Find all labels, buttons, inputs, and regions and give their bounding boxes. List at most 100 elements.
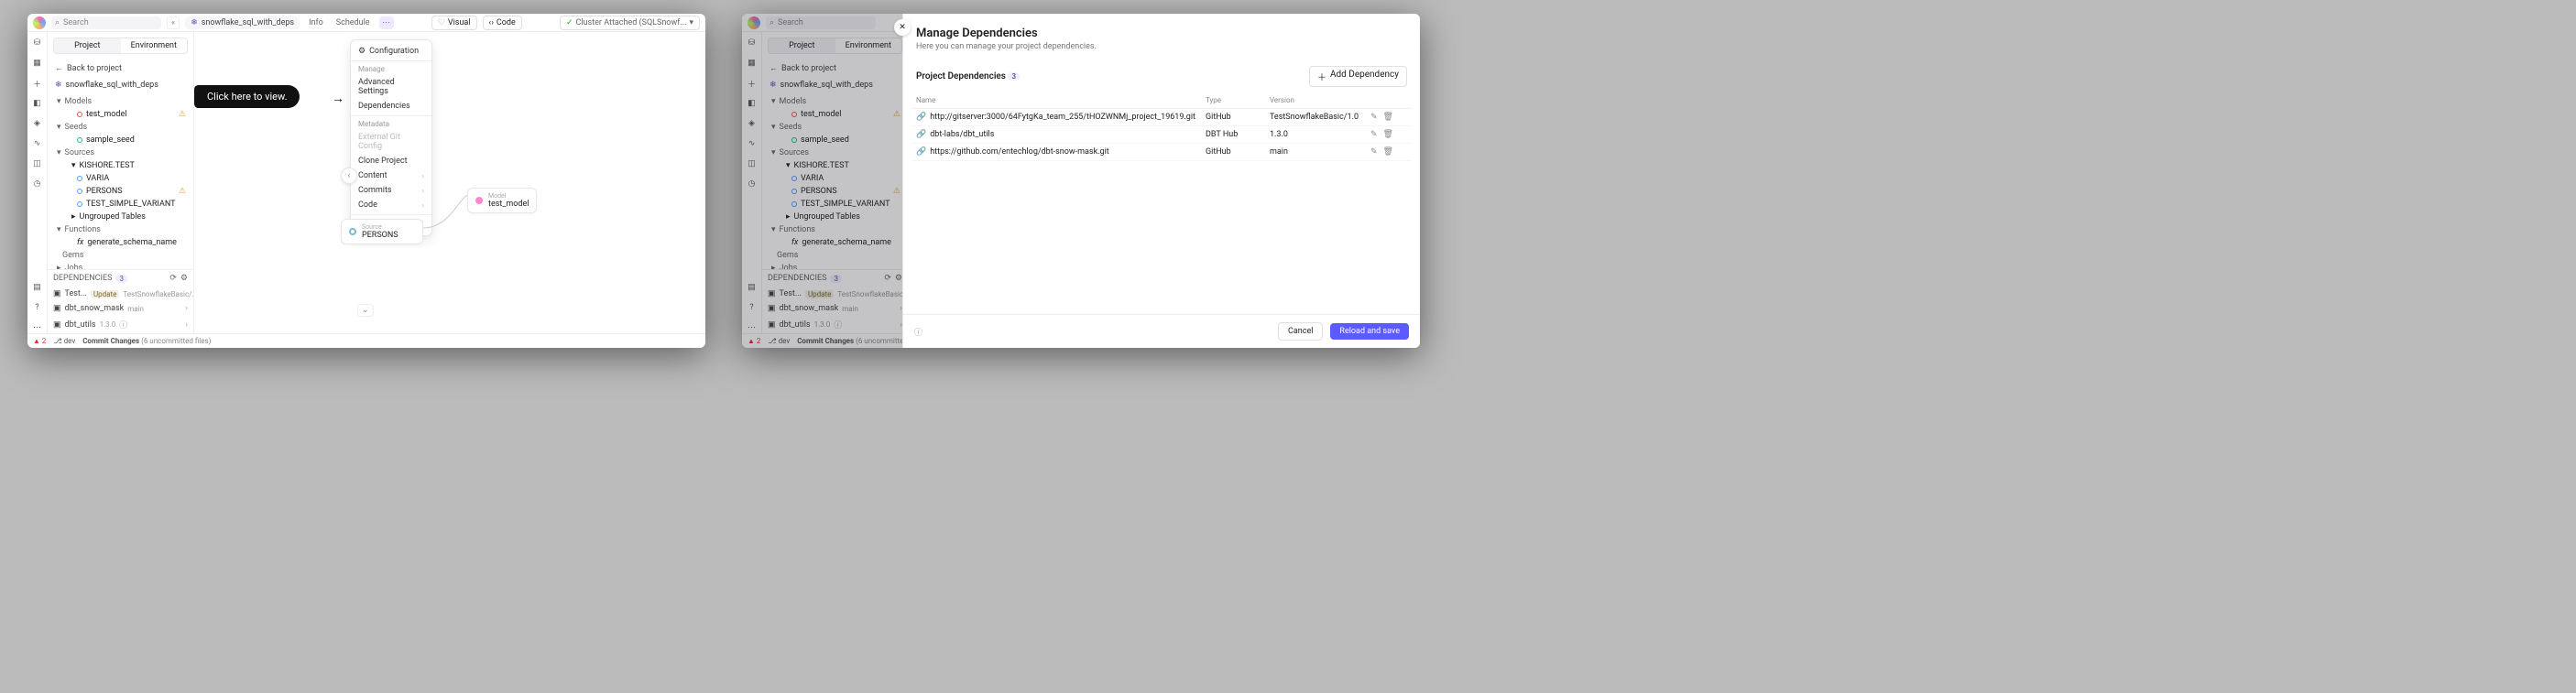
node-test-simple-variant[interactable]: TEST_SIMPLE_VARIANT	[51, 198, 190, 211]
canvas-node-persons[interactable]: SourcePERSONS	[341, 219, 423, 244]
menu-clone-project[interactable]: Clone Project	[351, 154, 431, 168]
tab-environment[interactable]: Environment	[121, 38, 188, 53]
source-icon	[77, 189, 82, 194]
edit-icon[interactable]: ✎	[1370, 147, 1378, 157]
menu-advanced-settings[interactable]: Advanced Settings	[351, 75, 431, 99]
canvas-node-test-model[interactable]: Modeltest_model	[467, 188, 537, 213]
group-gems[interactable]: Gems	[51, 249, 190, 262]
menu-commits[interactable]: Commits›	[351, 183, 431, 198]
node-test-model[interactable]: test_model⚠	[51, 108, 190, 121]
search-icon: ⌕	[55, 18, 60, 27]
reload-save-button[interactable]: Reload and save	[1330, 323, 1409, 340]
cluster-selector[interactable]: ✓ Cluster Attached (SQLSnowf... ▾	[560, 16, 700, 30]
edit-icon[interactable]: ✎	[1370, 113, 1378, 122]
tab-schedule[interactable]: Schedule	[333, 16, 374, 29]
gear-icon[interactable]: ⚙	[180, 274, 188, 283]
arrow-icon: →	[332, 91, 344, 106]
nav-gem-icon[interactable]: ◈	[32, 118, 43, 129]
menu-external-git: External Git Config	[351, 130, 431, 154]
nav-cube-icon[interactable]: ◧	[32, 98, 43, 109]
menu-configuration[interactable]: ⚙Configuration	[351, 44, 431, 59]
dep-row-0[interactable]: ▣Test...UpdateTestSnowflakeBasic/...›	[48, 287, 193, 301]
trash-icon[interactable]: 🗑	[1383, 147, 1393, 157]
view-toggle: ♡Visual ‹›Code	[431, 16, 522, 30]
nav-more-icon[interactable]: ⋯	[32, 322, 43, 333]
global-search[interactable]: ⌕ Search	[51, 16, 161, 29]
menu-content[interactable]: Content›	[351, 168, 431, 183]
caret-down-icon: ▾	[57, 123, 61, 132]
sidebar-tabs: Project Environment	[53, 38, 188, 54]
dep-url: dbt-labs/dbt_utils	[930, 130, 994, 139]
more-menu-button[interactable]: ⋯	[379, 16, 394, 29]
nav-clock-icon[interactable]: ◷	[32, 179, 43, 189]
topbar: ⌕ Search « ❄ snowflake_sql_with_deps Inf…	[27, 14, 705, 32]
group-jobs[interactable]: ▸Jobs	[51, 262, 190, 269]
dep-version: TestSnowflakeBasic/1.0	[1270, 113, 1370, 122]
edit-icon[interactable]: ✎	[1370, 130, 1378, 139]
group-sources[interactable]: ▾Sources	[51, 146, 190, 159]
node-type-label: Source	[362, 223, 398, 231]
trash-icon[interactable]: 🗑	[1383, 130, 1393, 139]
dep-type: GitHub	[1206, 147, 1270, 157]
col-version: Version	[1270, 96, 1370, 104]
menu-dependencies[interactable]: Dependencies	[351, 99, 431, 114]
nav-graph-icon[interactable]: ◫	[32, 158, 43, 169]
refresh-icon[interactable]: ⟳	[169, 274, 177, 283]
collapse-canvas-button[interactable]: ‹	[341, 168, 357, 184]
heart-icon: ♡	[438, 18, 445, 27]
status-bar: ▲ 2 ⎇ dev Commit Changes (6 uncommitted …	[27, 333, 705, 348]
node-varia[interactable]: VARIA	[51, 172, 190, 185]
cancel-button[interactable]: Cancel	[1278, 322, 1323, 341]
menu-code[interactable]: Code›	[351, 198, 431, 212]
tab-project[interactable]: Project	[54, 38, 121, 53]
dep-row-1[interactable]: ▣dbt_snow_maskmain›	[48, 301, 193, 316]
nav-add-icon[interactable]: ＋	[32, 78, 43, 89]
nav-grid-icon[interactable]: ▤	[32, 282, 43, 293]
dep-table-row-0: 🔗http://gitserver:3000/64FytgKa_team_255…	[912, 109, 1411, 126]
close-modal-button[interactable]: ✕	[894, 19, 911, 36]
snowflake-icon: ❄	[191, 18, 198, 27]
pipeline-canvas[interactable]: ⚙Configuration Manage Advanced Settings …	[194, 32, 705, 333]
package-icon: ▣	[53, 289, 61, 298]
source-icon	[77, 201, 82, 207]
branch-indicator[interactable]: ⎇ dev	[53, 337, 75, 345]
nav-help-icon[interactable]: ?	[32, 302, 43, 313]
group-models[interactable]: ▾Models	[51, 95, 190, 108]
node-kishore-test[interactable]: ▾KISHORE.TEST	[51, 159, 190, 172]
back-to-project[interactable]: ←Back to project	[48, 60, 193, 77]
manage-dependencies-modal: ✕ Manage Dependencies Here you can manag…	[902, 14, 1420, 348]
group-seeds[interactable]: ▾Seeds	[51, 121, 190, 134]
project-deps-count: 3	[1008, 72, 1020, 81]
dep-table-row-1: 🔗dbt-labs/dbt_utils DBT Hub 1.3.0 ✎🗑	[912, 126, 1411, 144]
warning-icon: ⚠	[179, 187, 186, 196]
group-functions[interactable]: ▾Functions	[51, 223, 190, 236]
menu-heading-metadata: Metadata	[351, 118, 431, 130]
dep-row-2[interactable]: ▣dbt_utils1.3.0ⓘ›	[48, 316, 193, 333]
nav-db-icon[interactable]: ⛁	[32, 38, 43, 49]
tab-info[interactable]: Info	[305, 16, 327, 29]
node-generate-schema-name[interactable]: fxgenerate_schema_name	[51, 236, 190, 249]
trash-icon[interactable]: 🗑	[1383, 113, 1393, 122]
modal-subtitle: Here you can manage your project depende…	[903, 42, 1420, 60]
search-placeholder: Search	[63, 18, 89, 27]
visual-button[interactable]: ♡Visual	[431, 16, 477, 30]
node-ungrouped[interactable]: ▸Ungrouped Tables	[51, 211, 190, 223]
breadcrumb[interactable]: ❄ snowflake_sql_with_deps	[185, 16, 300, 29]
connector-line	[194, 32, 705, 333]
collapse-left-button[interactable]: «	[167, 16, 180, 29]
code-button[interactable]: ‹›Code	[483, 16, 522, 30]
nav-metric-icon[interactable]: ∿	[32, 138, 43, 149]
commit-button[interactable]: Commit Changes (6 uncommitted files)	[82, 337, 211, 345]
dependencies-header[interactable]: DEPENDENCIES 3 ⟳ ⚙	[48, 269, 193, 287]
error-count[interactable]: ▲ 2	[33, 337, 46, 345]
caret-down-icon: ▾	[71, 161, 76, 170]
deps-count-badge: 3	[115, 275, 127, 283]
node-sample-seed[interactable]: sample_seed	[51, 134, 190, 146]
app-logo	[33, 16, 46, 29]
expand-handle[interactable]: ⌄	[357, 304, 374, 317]
info-icon[interactable]: ⓘ	[914, 326, 922, 338]
nav-dash-icon[interactable]: ▦	[32, 58, 43, 69]
add-dependency-button[interactable]: ＋Add Dependency	[1309, 66, 1407, 87]
node-persons[interactable]: PERSONS⚠	[51, 185, 190, 198]
project-header[interactable]: ❄snowflake_sql_with_deps	[48, 77, 193, 93]
